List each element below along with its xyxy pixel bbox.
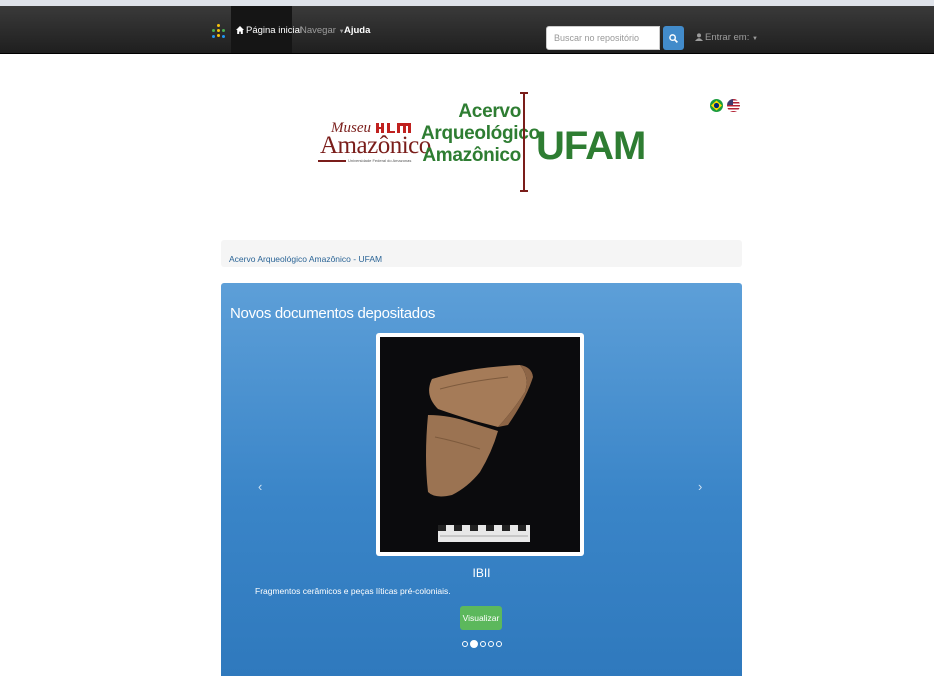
nav-home-link[interactable]: Página inicial [236, 25, 302, 36]
acervo-line-2: Arqueológico [421, 123, 540, 144]
usa-flag-icon[interactable] [727, 99, 740, 112]
login-label: Entrar em: [705, 32, 750, 43]
caret-down-icon: ▼ [752, 36, 758, 42]
museu-rule [318, 160, 346, 162]
view-button[interactable]: Visualizar [460, 606, 502, 630]
carousel-indicator[interactable] [480, 641, 486, 647]
carousel-next-button[interactable]: › [698, 479, 702, 494]
carousel-indicator[interactable] [496, 641, 502, 647]
museu-main-text: Amazônico [320, 132, 431, 159]
carousel-prev-button[interactable]: ‹ [258, 479, 262, 494]
search-icon [669, 33, 678, 43]
search-button[interactable] [663, 26, 684, 50]
nav-browse-dropdown[interactable]: Navegar ▼ [300, 25, 345, 36]
slide-title[interactable]: IBII [221, 566, 742, 580]
login-dropdown[interactable]: Entrar em: ▼ [695, 32, 758, 43]
ufam-logo[interactable]: UFAM [536, 124, 646, 169]
top-navbar: Página inicial Navegar ▼ Ajuda Entrar em… [0, 6, 934, 54]
recent-submissions-carousel: Novos documentos depositados ‹ › IBII Fr… [221, 283, 742, 676]
breadcrumb: Acervo Arqueológico Amazônico - UFAM [221, 240, 742, 267]
slide-thumbnail-frame[interactable] [376, 333, 584, 556]
search-input[interactable] [546, 26, 660, 50]
dspace-logo-icon[interactable] [212, 24, 226, 40]
nav-help-link[interactable]: Ajuda [344, 25, 370, 36]
ceramic-fragment-image [380, 337, 580, 552]
slide-description: Fragmentos cerâmicos e peças líticas pré… [255, 586, 451, 596]
carousel-title: Novos documentos depositados [230, 305, 436, 322]
logo-divider [520, 92, 528, 192]
museu-amazonico-logo[interactable]: Museu Amazônico Universidade Federal do … [318, 118, 431, 172]
carousel-indicator-active[interactable] [470, 640, 478, 648]
home-icon [236, 26, 244, 34]
acervo-line-1: Acervo [458, 101, 521, 122]
breadcrumb-link[interactable]: Acervo Arqueológico Amazônico - UFAM [229, 254, 382, 264]
user-icon [695, 33, 703, 41]
acervo-line-3: Amazônico [422, 145, 521, 166]
nav-home-label: Página inicial [246, 25, 302, 36]
museu-subtitle: Universidade Federal do Amazonas [348, 158, 412, 163]
carousel-indicator[interactable] [462, 641, 468, 647]
carousel-indicators [462, 640, 502, 648]
nav-browse-label: Navegar [300, 25, 336, 36]
carousel-indicator[interactable] [488, 641, 494, 647]
brazil-flag-icon[interactable] [710, 99, 723, 112]
acervo-logo[interactable]: Acervo Arqueológico Amazônico [421, 101, 540, 167]
